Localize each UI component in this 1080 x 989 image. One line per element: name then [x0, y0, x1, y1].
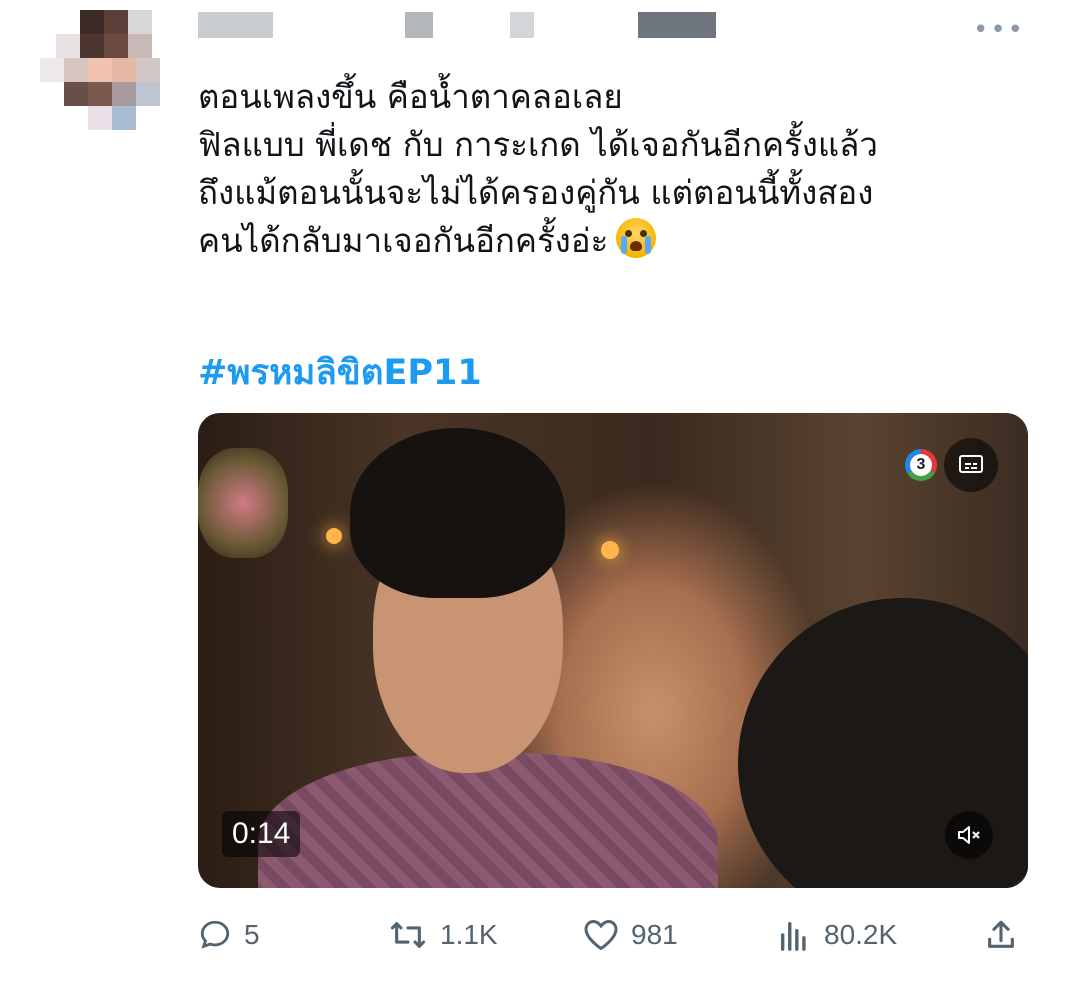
like-button[interactable]: 981 — [583, 918, 678, 952]
tweet-line: ตอนเพลงขึ้น คือน้ำตาคลอเลย — [198, 77, 623, 116]
video-frame-lamp — [601, 541, 619, 559]
reply-button[interactable]: 5 — [198, 918, 260, 952]
share-button[interactable] — [984, 918, 1018, 952]
tweet-line: ฟิลแบบ พี่เดช กับ การะเกด ได้เจอกันอีกคร… — [198, 125, 878, 164]
video-frame-person-shirt — [258, 753, 718, 888]
video-player[interactable]: 3 0:14 — [198, 413, 1028, 888]
views-icon — [780, 921, 806, 951]
user-handle-blurred — [405, 12, 433, 38]
video-frame-lamp — [326, 528, 342, 544]
crying-face-emoji-icon — [616, 218, 657, 258]
reply-count: 5 — [244, 919, 260, 950]
retweet-icon — [390, 922, 426, 948]
views-button[interactable]: 80.2K — [776, 918, 897, 952]
reply-icon — [200, 920, 230, 949]
channel-logo-number: 3 — [910, 454, 932, 476]
video-frame-person-hair — [350, 428, 565, 598]
retweet-count: 1.1K — [440, 919, 498, 950]
heart-icon — [584, 919, 618, 951]
video-frame-flower — [198, 448, 288, 558]
video-duration-badge: 0:14 — [222, 811, 301, 857]
retweet-button[interactable]: 1.1K — [388, 918, 498, 952]
tweet-line-last: คนได้กลับมาเจอกันอีกครั้งอ่ะ — [198, 217, 1048, 265]
more-options-icon[interactable]: ••• — [973, 17, 1025, 43]
avatar[interactable] — [40, 10, 170, 140]
timestamp-blurred — [638, 12, 716, 38]
tweet-action-bar: 5 1.1K 981 80.2K — [198, 918, 1028, 962]
like-count: 981 — [631, 919, 678, 950]
tweet-text: ตอนเพลงขึ้น คือน้ำตาคลอเลย ฟิลแบบ พี่เดช… — [198, 73, 1048, 265]
hashtag-link[interactable]: #พรหมลิขิตEP11 — [198, 345, 482, 400]
subtitles-icon[interactable] — [944, 438, 998, 492]
share-icon — [988, 920, 1014, 948]
user-name-blurred[interactable] — [198, 12, 273, 38]
muted-speaker-icon[interactable] — [945, 811, 993, 859]
view-count: 80.2K — [824, 919, 898, 950]
tweet-line: ถึงแม้ตอนนั้นจะไม่ได้ครองคู่กัน แต่ตอนนี… — [198, 173, 874, 212]
user-handle-blurred-2 — [510, 12, 534, 38]
tweet-line-text: คนได้กลับมาเจอกันอีกครั้งอ่ะ — [198, 221, 609, 260]
